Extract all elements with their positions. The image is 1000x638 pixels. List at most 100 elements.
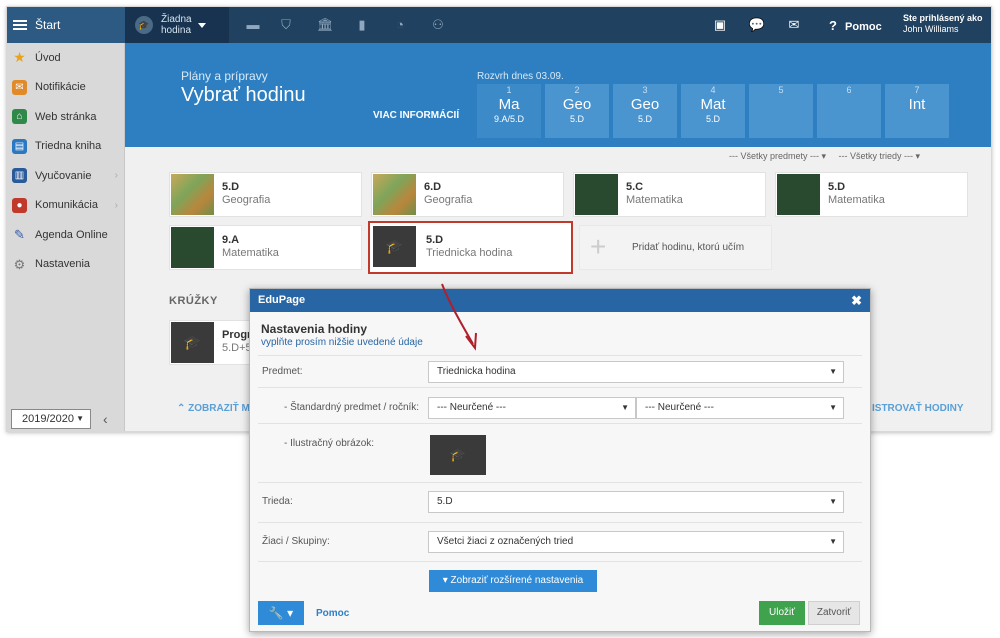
year-value: 2019/2020 [22, 413, 74, 425]
page-subtitle: Plány a prípravy [181, 69, 268, 83]
wrench-icon: 🔧 ▾ [268, 606, 294, 620]
lesson-subject: Matematika [222, 247, 279, 259]
sidebar-item-web[interactable]: ⌂ Web stránka [7, 102, 124, 132]
lesson-selector[interactable]: 🎓 Žiadna hodina [125, 7, 229, 43]
lesson-class: 5.D [828, 181, 846, 193]
schedule-slot[interactable]: 5 [749, 84, 813, 138]
predmet-select[interactable]: Triednicka hodina ▼ [428, 361, 844, 383]
chevron-down-icon: ▼ [829, 537, 837, 546]
slot-class: 5.D [637, 114, 652, 124]
register-lessons-link[interactable]: ISTROVAŤ HODINY [872, 403, 963, 414]
illustration-label: - Ilustračný obrázok: [284, 438, 375, 449]
dialog-help-link[interactable]: Pomoc [316, 608, 349, 619]
lesson-class: 5.C [626, 181, 644, 193]
plus-icon: + [590, 231, 607, 262]
people-icon[interactable]: ⚇ [430, 17, 446, 33]
sidebar-item-uvod[interactable]: ★ Úvod [7, 43, 124, 73]
lesson-card[interactable]: 6.D Geografia [371, 172, 564, 217]
show-extended-settings-button[interactable]: ▾ Zobraziť rozšírené nastavenia [429, 570, 597, 592]
user-logged-as: Ste prihlásený ako [903, 13, 983, 23]
shield-icon[interactable]: ⛉ [278, 17, 294, 33]
sidebar-item-notifikacie[interactable]: ✉ Notifikácie [7, 73, 124, 103]
sidebar: ★ Úvod ✉ Notifikácie ⌂ Web stránka ▤ Tri… [7, 43, 125, 431]
chat-icon[interactable]: 💬 [748, 17, 766, 33]
lesson-class: 5.D [222, 181, 240, 193]
sidebar-item-vyucovanie[interactable]: ▥ Vyučovanie › [7, 161, 124, 191]
sidebar-item-komunikacia[interactable]: ● Komunikácia › [7, 191, 124, 221]
year-select[interactable]: 2019/2020 ▼ [11, 409, 91, 429]
tools-button[interactable]: 🔧 ▾ [258, 601, 304, 625]
trieda-label: Trieda: [262, 496, 293, 507]
slot-subject: Mat [700, 96, 726, 113]
sidebar-item-agenda[interactable]: ✎ Agenda Online [7, 220, 124, 250]
divider [258, 561, 862, 562]
club-name: Progr [222, 329, 252, 341]
schedule-slot[interactable]: 4 Mat 5.D [681, 84, 745, 138]
lesson-class: 6.D [424, 181, 442, 193]
lesson-subject: Matematika [626, 194, 683, 206]
save-button[interactable]: Uložiť [759, 601, 805, 625]
trieda-select[interactable]: 5.D ▼ [428, 491, 844, 513]
dialog-title: Nastavenia hodiny [261, 322, 368, 336]
standard-subject-select[interactable]: --- Neurčené --- ▼ [428, 397, 636, 419]
close-icon[interactable]: ✖ [851, 289, 862, 312]
chevron-right-icon: › [114, 199, 118, 211]
chevron-down-icon: ▼ [829, 367, 837, 376]
chevron-down-icon: ▼ [829, 403, 837, 412]
sidebar-item-nastavenia[interactable]: ⚙ Nastavenia [7, 250, 124, 280]
close-button[interactable]: Zatvoriť [808, 601, 860, 625]
lesson-line-1: Žiadna [161, 14, 192, 25]
divider [258, 423, 862, 424]
lesson-card-selected[interactable]: 🎓 5.D Triednicka hodina [368, 221, 573, 274]
divider [258, 482, 862, 483]
collapse-sidebar-icon[interactable]: ‹ [103, 411, 108, 427]
start-menu-button[interactable]: Štart [7, 7, 125, 43]
graduation-cap-icon: 🎓 [171, 322, 214, 363]
schedule-label: Rozvrh dnes 03.09. [477, 71, 564, 82]
schedule-slot[interactable]: 7 Int [885, 84, 949, 138]
chevron-down-icon: ▼ [829, 497, 837, 506]
illustration-image[interactable]: 🎓 [430, 435, 486, 475]
subjects-filter[interactable]: --- Všetky predmety --- ▾ [729, 151, 826, 161]
help-button[interactable]: ? Pomoc [829, 18, 882, 33]
schedule-slot[interactable]: 2 Geo 5.D [545, 84, 609, 138]
classes-filter[interactable]: --- Všetky triedy --- ▾ [839, 151, 921, 161]
ziaci-select[interactable]: Všetci žiaci z označených tried ▼ [428, 531, 844, 553]
pen-icon: ✎ [14, 227, 25, 243]
standard-grade-select[interactable]: --- Neurčené --- ▼ [636, 397, 844, 419]
schedule-slot[interactable]: 3 Geo 5.D [613, 84, 677, 138]
slot-class: 5.D [705, 114, 720, 124]
slot-number: 4 [710, 85, 716, 95]
lesson-card[interactable]: 9.A Matematika [169, 225, 362, 270]
add-lesson-button[interactable]: + Pridať hodinu, ktorú učím [579, 225, 772, 270]
lesson-card[interactable]: 5.D Geografia [169, 172, 362, 217]
building-icon[interactable]: 🏛 [317, 17, 334, 33]
slot-class: 5.D [569, 114, 584, 124]
briefcase-icon[interactable]: ▬ [245, 17, 261, 33]
sidebar-item-triedna-kniha[interactable]: ▤ Triedna kniha [7, 132, 124, 162]
schedule-slot[interactable]: 6 [817, 84, 881, 138]
trieda-value: 5.D [437, 496, 453, 507]
standard-label: - Štandardný predmet / ročník: [284, 402, 420, 413]
lesson-card[interactable]: 5.C Matematika [573, 172, 766, 217]
bar-chart-icon[interactable]: ▮ [354, 17, 370, 33]
ziaci-label: Žiaci / Skupiny: [262, 536, 330, 547]
user-info[interactable]: Ste prihlásený ako John Williams [903, 13, 983, 35]
schedule-slot[interactable]: 1 Ma 9.A/5.D [477, 84, 541, 138]
lesson-subject: Geografia [222, 194, 271, 206]
show-more-link[interactable]: ⌃ ZOBRAZIŤ M [177, 403, 250, 414]
section-heading-kruzky: KRÚŽKY [169, 295, 218, 307]
hamburger-icon [13, 20, 27, 30]
lesson-card[interactable]: 5.D Matematika [775, 172, 968, 217]
graduation-cap-icon: 🎓 [449, 447, 467, 462]
slot-subject: Geo [562, 96, 592, 113]
clock-icon[interactable]: ◔ [392, 17, 408, 33]
screen-icon[interactable]: ▣ [711, 17, 729, 33]
user-name: John Williams [903, 24, 959, 34]
mail-icon[interactable]: ✉ [785, 17, 803, 33]
graduation-cap-icon: 🎓 [373, 226, 416, 267]
sidebar-item-label: Notifikácie [35, 81, 86, 94]
more-info-link[interactable]: VIAC INFORMÁCIÍ [373, 110, 459, 121]
dialog-subtitle: vyplňte prosím nižšie uvedené údaje [261, 337, 423, 348]
dialog-header-title: EduPage [258, 294, 306, 306]
